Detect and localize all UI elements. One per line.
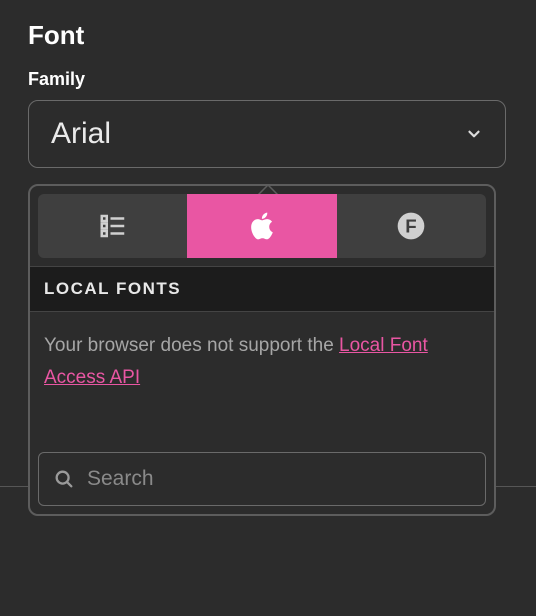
field-label-family: Family [28, 69, 508, 90]
font-source-tabs: F [38, 194, 486, 258]
search-icon [53, 468, 75, 490]
list-icon [98, 211, 128, 241]
tab-system-fonts[interactable] [187, 194, 336, 258]
unsupported-message-text: Your browser does not support the [44, 335, 339, 356]
tab-all-fonts[interactable] [38, 194, 187, 258]
font-picker-popover: F LOCAL FONTS Your browser does not supp… [28, 184, 496, 516]
apple-icon [246, 210, 278, 242]
chevron-down-icon [465, 125, 483, 143]
local-fonts-header-text: LOCAL FONTS [44, 279, 181, 299]
circle-f-icon: F [395, 210, 427, 242]
font-family-value: Arial [51, 117, 465, 151]
local-fonts-header: LOCAL FONTS [30, 266, 494, 312]
svg-text:F: F [406, 216, 417, 237]
font-search-input[interactable] [87, 467, 471, 491]
tab-google-fonts[interactable]: F [337, 194, 486, 258]
unsupported-message: Your browser does not support the Local … [30, 312, 494, 444]
font-search-field[interactable] [38, 452, 486, 506]
section-title: Font [28, 20, 508, 51]
font-family-select[interactable]: Arial [28, 100, 506, 168]
